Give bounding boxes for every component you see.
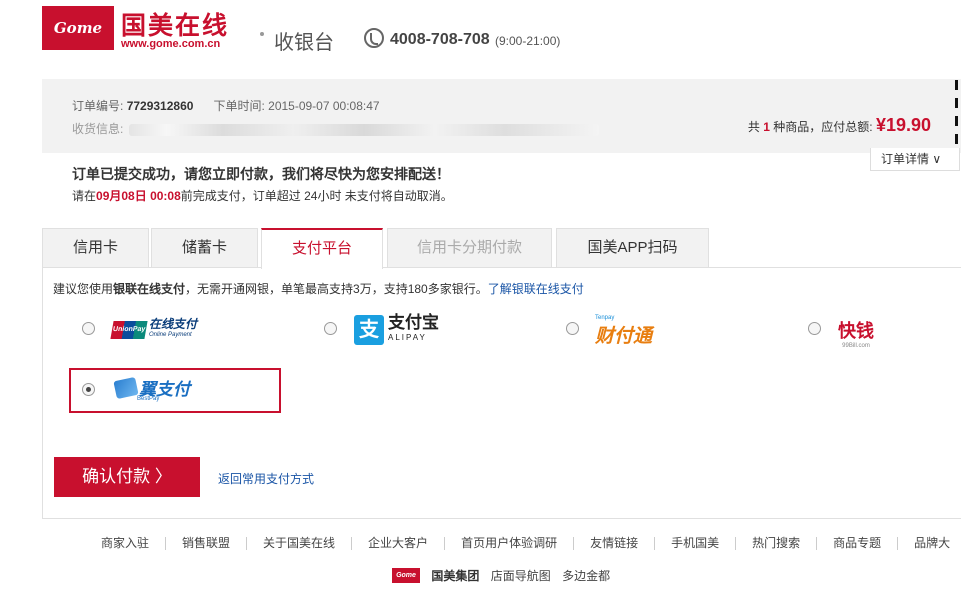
tip-suffix: ，无需开通网银，单笔最高支持3万，支持180多家银行。 bbox=[185, 282, 488, 296]
payment-deadline: 请在09月08日 00:08前完成支付，订单超过 24小时 未支付将自动取消。 bbox=[72, 187, 453, 204]
total-prefix: 共 bbox=[747, 120, 760, 134]
unionpay-title: 在线支付 bbox=[149, 317, 198, 331]
footer-links: 商家入驻 销售联盟 关于国美在线 企业大客户 首页用户体验调研 友情链接 手机国美 热门搜索商… bbox=[85, 536, 961, 550]
order-number: 7729312860 bbox=[126, 99, 194, 113]
tip-prefix: 建议您使用 bbox=[53, 282, 114, 296]
total-suffix: 种商品，应付总额: bbox=[773, 120, 873, 134]
99bill-logo[interactable]: 快钱 99Bill.com bbox=[838, 317, 874, 349]
footer-link[interactable]: 友情链接 bbox=[574, 537, 656, 550]
footer-link[interactable]: 企业大客户 bbox=[352, 537, 446, 550]
service-hours: (9:00-21:00) bbox=[495, 34, 561, 48]
tenpay-logo[interactable]: Tenpay 财付通 bbox=[595, 315, 652, 348]
confirm-payment-button[interactable]: 确认付款 〉 bbox=[54, 457, 200, 497]
alipay-subtitle: ALIPAY bbox=[388, 333, 427, 342]
success-message: 订单已提交成功，请您立即付款，我们将尽快为您安排配送！ bbox=[72, 166, 450, 182]
unionpay-text: 在线支付 Online Payment bbox=[149, 317, 198, 341]
deadline-prefix: 请在 bbox=[72, 189, 97, 203]
radio-bestpay[interactable] bbox=[82, 383, 95, 396]
order-detail-label: 订单详情 bbox=[881, 152, 930, 166]
tab-credit-card[interactable]: 信用卡 bbox=[42, 228, 149, 268]
order-total: 共 1 种商品，应付总额: ¥19.90 bbox=[748, 115, 931, 136]
99bill-subtitle: 99Bill.com bbox=[842, 343, 870, 349]
footer-gome-logo[interactable]: Gome bbox=[392, 568, 420, 583]
tab-payment-platform[interactable]: 支付平台 bbox=[261, 228, 383, 269]
brand-name: 国美在线 bbox=[121, 12, 230, 40]
footer-link[interactable]: 手机国美 bbox=[655, 537, 737, 550]
payment-platform-panel: 建议您使用银联在线支付，无需开通网银，单笔最高支持3万，支持180多家银行。了解… bbox=[42, 267, 961, 519]
footer-link[interactable]: 首页用户体验调研 bbox=[445, 537, 575, 550]
header: Gome 国美在线 www.gome.com.cn 收银台 4008-708-7… bbox=[42, 6, 602, 58]
tip-highlight: 银联在线支付 bbox=[113, 282, 186, 296]
footer-link[interactable]: 品牌大 bbox=[898, 537, 961, 550]
bestpay-logo[interactable]: 翼支付 BestPay bbox=[113, 375, 190, 402]
footer-link[interactable]: 商家入驻 bbox=[85, 537, 167, 550]
page-title: 收银台 bbox=[274, 32, 334, 54]
tab-installment[interactable]: 信用卡分期付款 bbox=[387, 228, 552, 268]
footer-store-map-link[interactable]: 店面导航图 bbox=[491, 569, 551, 583]
order-time: 2015-09-07 00:08:47 bbox=[268, 99, 380, 113]
radio-99bill[interactable] bbox=[808, 322, 821, 335]
order-summary: 订单编号: 7729312860 下单时间: 2015-09-07 00:08:… bbox=[42, 79, 961, 153]
blurred-address bbox=[129, 123, 600, 136]
footer-link[interactable]: 热门搜索 bbox=[736, 537, 818, 550]
radio-alipay[interactable] bbox=[324, 322, 337, 335]
footer-link[interactable]: 商品专题 bbox=[817, 537, 899, 550]
alipay-logo[interactable]: 支支付宝 ALIPAY bbox=[354, 314, 439, 345]
learn-unionpay-link[interactable]: 了解银联在线支付 bbox=[488, 282, 584, 296]
tab-debit-card[interactable]: 储蓄卡 bbox=[151, 228, 258, 268]
order-detail-button[interactable]: 订单详情 ∨ bbox=[870, 148, 960, 171]
back-to-common-payment-link[interactable]: 返回常用支付方式 bbox=[218, 470, 314, 487]
alipay-icon: 支 bbox=[354, 315, 384, 345]
tenpay-title: 财付通 bbox=[595, 326, 653, 347]
tab-app-scan[interactable]: 国美APP扫码 bbox=[556, 228, 709, 268]
footer-group-link[interactable]: 国美集团 bbox=[431, 569, 479, 583]
tenpay-subtitle: Tenpay bbox=[595, 315, 615, 321]
item-count: 1 bbox=[763, 120, 770, 134]
alipay-text: 支付宝 ALIPAY bbox=[388, 314, 439, 345]
phone-icon bbox=[364, 28, 384, 48]
shipping-label: 收货信息: bbox=[72, 122, 124, 136]
footer-bottom: Gome 国美集团 店面导航图 多边金都 bbox=[392, 567, 610, 584]
footer-link[interactable]: 关于国美在线 bbox=[247, 537, 353, 550]
deadline-suffix: 前完成支付，订单超过 24小时 未支付将自动取消。 bbox=[180, 189, 453, 203]
order-number-label: 订单编号: bbox=[72, 99, 124, 113]
gome-logo[interactable]: Gome bbox=[42, 6, 114, 50]
brand-url: www.gome.com.cn bbox=[121, 38, 221, 50]
chevron-down-icon: ∨ bbox=[932, 152, 942, 166]
unionpay-subtitle: Online Payment bbox=[149, 332, 192, 338]
shipping-info-line: 收货信息: bbox=[72, 120, 600, 137]
footer-extra-link[interactable]: 多边金都 bbox=[562, 569, 610, 583]
99bill-title: 快钱 bbox=[838, 321, 874, 341]
radio-tenpay[interactable] bbox=[566, 322, 579, 335]
radio-unionpay[interactable] bbox=[82, 322, 95, 335]
payable-amount: ¥19.90 bbox=[875, 115, 931, 135]
service-phone: 4008-708-708 bbox=[390, 31, 490, 48]
deadline-time: 00:08 bbox=[150, 189, 181, 203]
unionpay-badge: UnionPay 银联 bbox=[110, 321, 148, 351]
recommend-tip: 建议您使用银联在线支付，无需开通网银，单笔最高支持3万，支持180多家银行。了解… bbox=[53, 280, 584, 297]
deadline-date: 09月08日 bbox=[96, 189, 147, 203]
footer-link[interactable]: 销售联盟 bbox=[166, 537, 248, 550]
bestpay-card-icon bbox=[113, 376, 139, 399]
order-time-label: 下单时间: bbox=[213, 99, 265, 113]
separator-dot bbox=[260, 32, 264, 36]
unionpay-logo[interactable]: UnionPay 银联在线支付 Online Payment bbox=[110, 317, 198, 351]
order-info-line: 订单编号: 7729312860 下单时间: 2015-09-07 00:08:… bbox=[72, 97, 380, 114]
side-marks bbox=[955, 80, 961, 152]
